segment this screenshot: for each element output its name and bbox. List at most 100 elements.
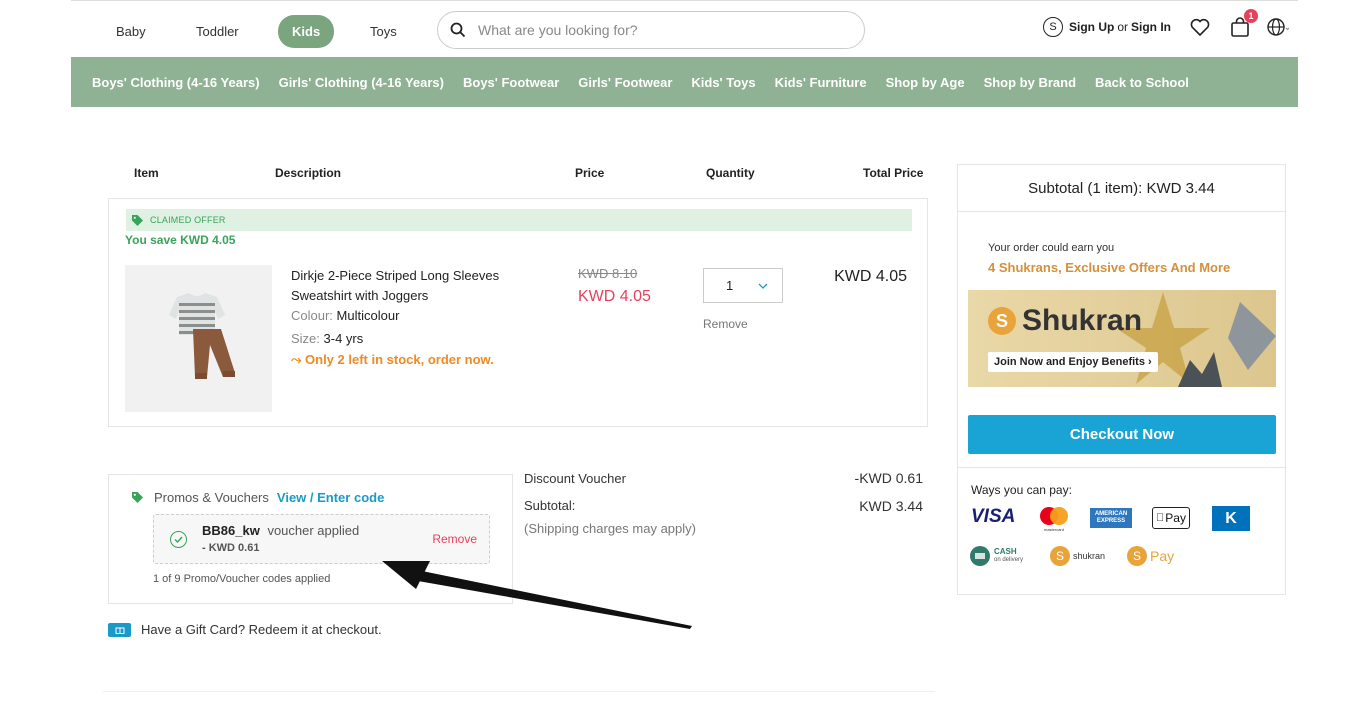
claimed-offer-bar: CLAIMED OFFER: [126, 209, 912, 231]
amex-top-text: AMERICAN: [1094, 511, 1128, 517]
search-bar[interactable]: [437, 11, 865, 49]
tag-icon: [132, 214, 143, 226]
or-text: or: [1117, 20, 1128, 34]
category-tab-toys[interactable]: Toys: [356, 15, 411, 48]
svg-text:mastercard: mastercard: [1044, 527, 1064, 532]
payment-methods-title: Ways you can pay:: [971, 483, 1072, 497]
category-nav: Boys' Clothing (4-16 Years) Girls' Cloth…: [71, 57, 1298, 107]
gift-card-text: Have a Gift Card? Redeem it at checkout.: [141, 622, 382, 637]
you-save-text: You save KWD 4.05: [125, 233, 236, 247]
search-input[interactable]: [478, 22, 838, 38]
nav-kids-toys[interactable]: Kids' Toys: [691, 75, 755, 90]
view-enter-code-link[interactable]: View / Enter code: [277, 490, 384, 505]
nav-girls-clothing[interactable]: Girls' Clothing (4-16 Years): [279, 75, 444, 90]
original-price: KWD 8.10: [578, 266, 638, 281]
shukran-logo: S Shukran: [988, 304, 1142, 338]
chevron-down-icon: [758, 283, 768, 289]
cash-text: CASH: [994, 547, 1017, 556]
shopping-bag-icon[interactable]: 1: [1228, 9, 1258, 39]
size-value: 3-4 yrs: [323, 331, 364, 346]
order-summary-panel: Subtotal (1 item): KWD 3.44 Your order c…: [957, 164, 1286, 595]
promo-header: Promos & Vouchers View / Enter code: [131, 490, 384, 505]
category-tab-kids[interactable]: Kids: [278, 15, 335, 48]
payment-divider: [958, 467, 1285, 468]
column-header-description: Description: [275, 166, 342, 180]
stock-warning: ⤳ Only 2 left in stock, order now.: [291, 352, 494, 367]
knet-icon: K: [1212, 506, 1250, 531]
earn-intro-text: Your order could earn you: [988, 242, 1115, 254]
globe-icon[interactable]: [1266, 15, 1290, 39]
shukran-s-icon: S: [988, 307, 1016, 335]
shukran-brand-text: Shukran: [1022, 304, 1143, 337]
nav-shop-by-brand[interactable]: Shop by Brand: [984, 75, 1076, 90]
quantity-select[interactable]: 1: [703, 268, 783, 303]
cash-on-delivery-icon: CASH on delivery: [969, 545, 1023, 567]
heart-icon[interactable]: [1188, 15, 1212, 39]
nav-boys-footwear[interactable]: Boys' Footwear: [463, 75, 559, 90]
apple-glyph-icon: : [1156, 512, 1164, 524]
category-tab-toddler[interactable]: Toddler: [182, 15, 253, 48]
shukran-pay-icon: S shukran: [1050, 546, 1105, 566]
nav-back-to-school[interactable]: Back to School: [1095, 75, 1189, 90]
item-total-price: KWD 4.05: [834, 268, 907, 285]
remove-item-link[interactable]: Remove: [703, 317, 748, 331]
bottom-divider: [103, 691, 935, 692]
visa-icon: VISA: [971, 506, 1016, 527]
column-header-quantity: Quantity: [706, 166, 755, 180]
colour-label: Colour:: [291, 308, 333, 323]
voucher-applied-text: voucher applied: [267, 523, 360, 538]
product-name[interactable]: Dirkje 2-Piece Striped Long Sleeves Swea…: [291, 266, 541, 306]
column-header-total: Total Price: [863, 166, 924, 180]
claimed-offer-label: CLAIMED OFFER: [150, 215, 226, 225]
product-size: Size: 3-4 yrs: [291, 331, 363, 346]
shukran-pay-text: shukran: [1073, 551, 1106, 561]
shukran-s-icon: S: [1050, 546, 1070, 566]
discount-label: Discount Voucher: [524, 471, 626, 486]
mastercard-icon: mastercard: [1038, 506, 1070, 532]
shukran-s-icon: S: [1043, 17, 1063, 37]
apple-pay-text: Pay: [1161, 511, 1186, 525]
shukran-banner[interactable]: S Shukran Join Now and Enjoy Benefits ›: [968, 290, 1276, 387]
tag-icon: [132, 492, 143, 503]
subtotal-value: KWD 3.44: [859, 498, 923, 514]
search-icon[interactable]: [448, 20, 468, 40]
amex-icon: AMERICAN EXPRESS: [1090, 508, 1132, 528]
gift-card-row[interactable]: Have a Gift Card? Redeem it at checkout.: [108, 622, 382, 637]
gift-icon: [108, 622, 131, 637]
s-pay-icon: S Pay: [1127, 546, 1174, 566]
signup-text[interactable]: Sign Up: [1069, 20, 1114, 34]
join-now-button[interactable]: Join Now and Enjoy Benefits ›: [988, 352, 1158, 372]
top-header: Baby Toddler Kids Toys S Sign Up or Sign…: [71, 0, 1298, 57]
shukran-earn-box: Your order could earn you 4 Shukrans, Ex…: [968, 228, 1276, 388]
signin-text[interactable]: Sign In: [1131, 20, 1171, 34]
check-circle-icon: [170, 531, 187, 548]
shukran-s-icon: S: [1127, 546, 1147, 566]
column-header-item: Item: [134, 166, 159, 180]
product-image[interactable]: [125, 265, 272, 412]
nav-shop-by-age[interactable]: Shop by Age: [886, 75, 965, 90]
promo-count-text: 1 of 9 Promo/Voucher codes applied: [153, 573, 331, 585]
voucher-amount: - KWD 0.61: [202, 542, 260, 554]
nav-kids-furniture[interactable]: Kids' Furniture: [775, 75, 867, 90]
cod-text: on delivery: [994, 557, 1024, 563]
subtotal-label: Subtotal:: [524, 498, 576, 513]
earn-highlight-text: 4 Shukrans, Exclusive Offers And More: [988, 260, 1231, 275]
quantity-value: 1: [726, 278, 734, 293]
discount-value: -KWD 0.61: [854, 470, 923, 486]
nav-girls-footwear[interactable]: Girls' Footwear: [578, 75, 672, 90]
shipping-note: (Shipping charges may apply): [524, 521, 696, 536]
product-colour: Colour: Multicolour: [291, 308, 399, 323]
apple-pay-icon:  Pay: [1152, 507, 1190, 529]
sign-in-link[interactable]: S Sign Up or Sign In: [1043, 15, 1171, 39]
nav-boys-clothing[interactable]: Boys' Clothing (4-16 Years): [92, 75, 260, 90]
remove-voucher-link[interactable]: Remove: [432, 532, 477, 546]
category-tab-baby[interactable]: Baby: [102, 15, 160, 48]
subtotal-header: Subtotal (1 item): KWD 3.44: [958, 165, 1285, 212]
checkout-now-button[interactable]: Checkout Now: [968, 415, 1276, 454]
annotation-arrow: [382, 561, 692, 629]
size-label: Size:: [291, 331, 320, 346]
cart-item-row: CLAIMED OFFER You save KWD 4.05 Dirkje 2…: [108, 198, 928, 427]
amex-bottom-text: EXPRESS: [1096, 518, 1126, 524]
sale-price: KWD 4.05: [578, 288, 651, 305]
promo-title: Promos & Vouchers: [154, 490, 269, 505]
